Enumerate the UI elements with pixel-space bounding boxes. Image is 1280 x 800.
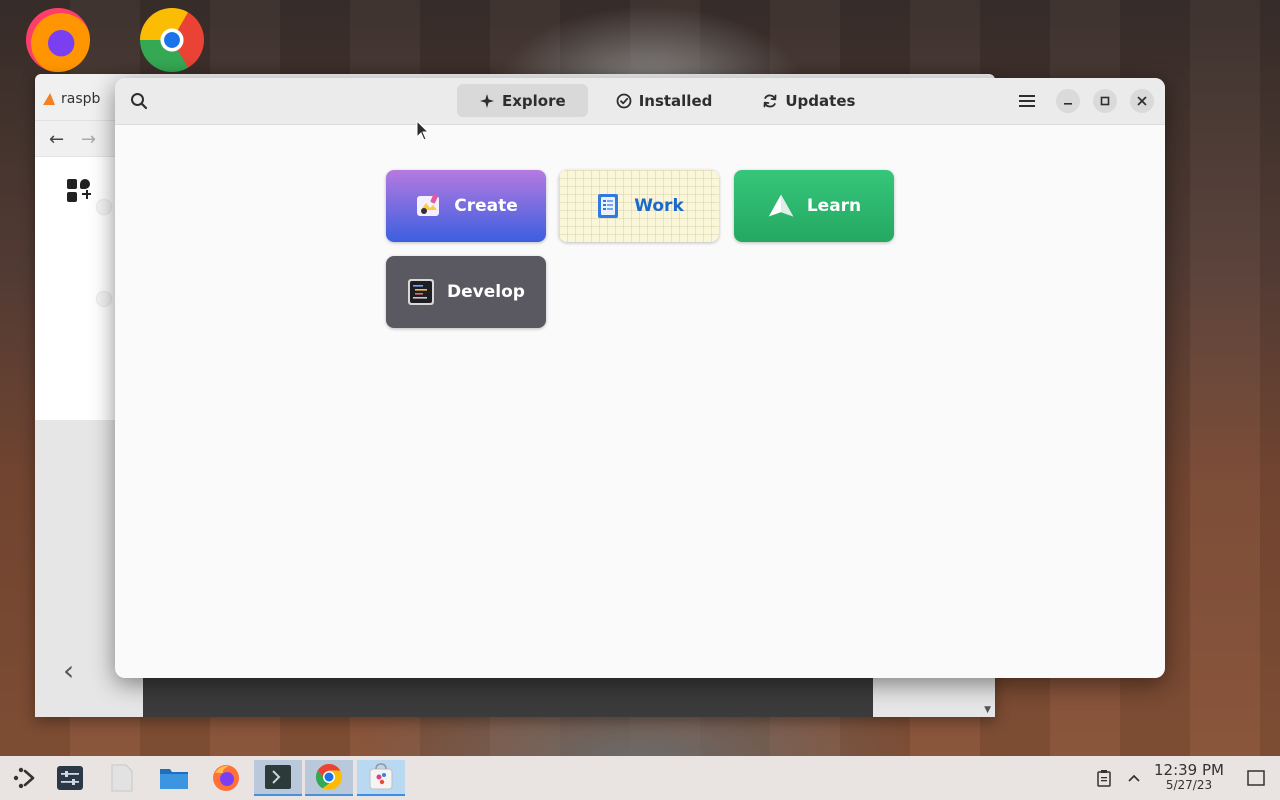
header-bar: Explore Installed Updates bbox=[115, 78, 1165, 125]
back-arrow-icon[interactable]: ← bbox=[49, 129, 64, 150]
document-icon bbox=[111, 764, 133, 792]
mouse-cursor-icon bbox=[416, 120, 430, 141]
refresh-icon bbox=[763, 94, 777, 107]
browser-tab-title: raspb bbox=[61, 91, 101, 107]
slider-knob[interactable] bbox=[97, 292, 111, 306]
category-learn-button[interactable]: Learn bbox=[734, 170, 894, 242]
paper-plane-icon bbox=[767, 192, 795, 220]
clipboard-tray-icon bbox=[1097, 770, 1111, 787]
clock-date: 5/27/23 bbox=[1165, 778, 1213, 792]
chevron-up-icon bbox=[1128, 774, 1140, 782]
app-launcher-button[interactable] bbox=[0, 760, 48, 796]
explore-page: Create Work Learn Develop bbox=[115, 125, 1165, 678]
tab-installed[interactable]: Installed bbox=[594, 84, 735, 117]
system-settings-taskbar-button[interactable] bbox=[46, 760, 94, 796]
maximize-button[interactable] bbox=[1093, 89, 1117, 113]
category-create-label: Create bbox=[454, 196, 518, 216]
sparkle-icon bbox=[480, 93, 494, 108]
category-create-button[interactable]: Create bbox=[386, 170, 546, 242]
category-work-label: Work bbox=[634, 196, 684, 216]
paint-icon bbox=[414, 192, 442, 220]
search-button[interactable] bbox=[125, 87, 153, 115]
chevron-left-icon[interactable]: ‹ bbox=[63, 654, 74, 687]
taskbar: 12:39 PM 5/27/23 bbox=[0, 756, 1280, 800]
clock[interactable]: 12:39 PM 5/27/23 bbox=[1150, 762, 1228, 792]
tab-installed-label: Installed bbox=[638, 91, 713, 110]
forward-arrow-icon[interactable]: → bbox=[81, 129, 96, 150]
tab-explore[interactable]: Explore bbox=[457, 84, 588, 117]
main-menu-button[interactable] bbox=[1015, 89, 1039, 113]
chrome-desktop-icon[interactable] bbox=[140, 8, 204, 72]
check-circle-icon bbox=[616, 93, 632, 108]
minimize-icon bbox=[1064, 103, 1072, 105]
software-center-taskbar-button[interactable] bbox=[357, 760, 405, 796]
terminal-code-icon bbox=[407, 278, 435, 306]
category-work-button[interactable]: Work bbox=[559, 170, 719, 242]
software-center-window: Explore Installed Updates Create Work Le… bbox=[115, 78, 1165, 678]
file-manager-taskbar-button[interactable] bbox=[150, 760, 198, 796]
add-app-grid-icon[interactable] bbox=[67, 179, 91, 203]
clock-time: 12:39 PM bbox=[1154, 761, 1224, 779]
browser-dark-panel bbox=[143, 678, 873, 717]
tab-updates-label: Updates bbox=[785, 91, 856, 110]
chrome-taskbar-button[interactable] bbox=[305, 760, 353, 796]
files-blank-taskbar-button[interactable] bbox=[98, 760, 146, 796]
tab-updates[interactable]: Updates bbox=[740, 84, 877, 117]
scroll-down-arrow-icon[interactable]: ▼ bbox=[984, 705, 991, 715]
show-desktop-button[interactable] bbox=[1234, 760, 1278, 796]
show-desktop-icon bbox=[1247, 770, 1265, 786]
category-learn-label: Learn bbox=[806, 196, 862, 216]
category-develop-button[interactable]: Develop bbox=[386, 256, 546, 328]
launcher-icon bbox=[13, 767, 35, 789]
slider-knob[interactable] bbox=[97, 200, 111, 214]
terminal-icon bbox=[265, 765, 291, 789]
view-switcher: Explore Installed Updates bbox=[457, 84, 877, 117]
firefox-desktop-icon[interactable] bbox=[26, 8, 90, 72]
software-bag-icon bbox=[369, 763, 393, 790]
firefox-icon bbox=[213, 765, 239, 791]
minimize-button[interactable] bbox=[1056, 89, 1080, 113]
clipboard-icon bbox=[594, 192, 622, 220]
close-button[interactable] bbox=[1130, 89, 1154, 113]
stackoverflow-favicon-icon bbox=[43, 93, 55, 105]
chrome-icon bbox=[315, 763, 342, 790]
search-icon bbox=[131, 93, 148, 110]
firefox-taskbar-button[interactable] bbox=[202, 760, 250, 796]
tab-explore-label: Explore bbox=[502, 91, 566, 110]
folder-icon bbox=[160, 769, 188, 789]
category-develop-label: Develop bbox=[447, 282, 525, 302]
maximize-icon bbox=[1100, 96, 1110, 106]
terminal-taskbar-button[interactable] bbox=[254, 760, 302, 796]
settings-sliders-icon bbox=[57, 766, 83, 790]
hamburger-menu-icon bbox=[1019, 95, 1035, 107]
close-icon bbox=[1137, 96, 1147, 106]
